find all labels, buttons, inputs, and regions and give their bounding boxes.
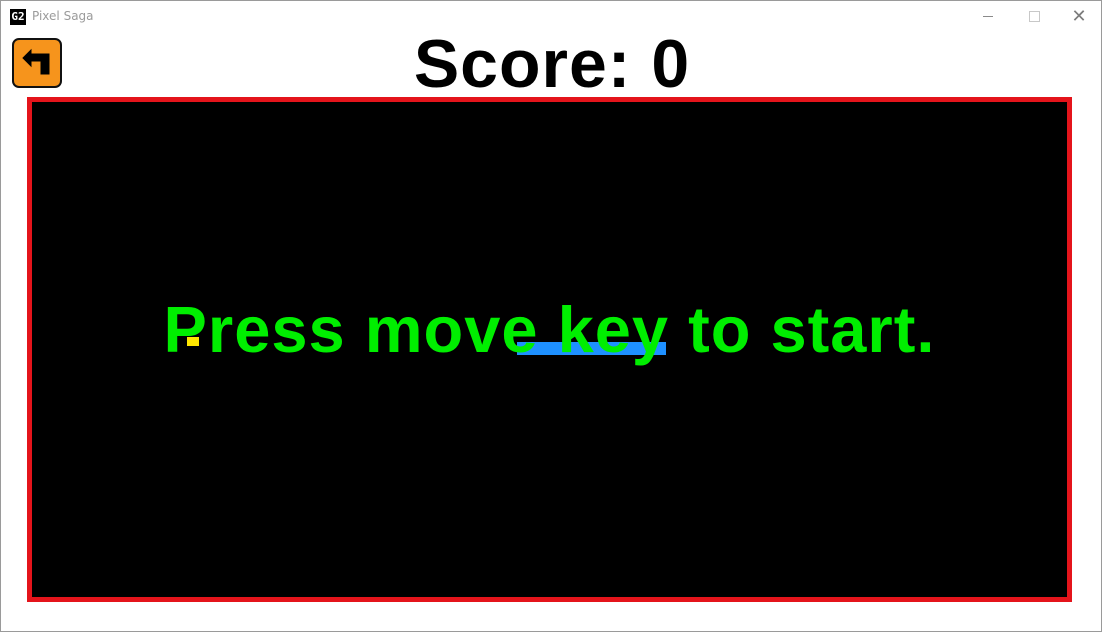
score-label: Score:	[413, 26, 632, 102]
start-prompt: Press move key to start.	[163, 293, 936, 366]
snake-body	[517, 342, 666, 355]
food-pellet	[187, 337, 199, 346]
snake-head	[517, 348, 531, 355]
app-icon: G2	[10, 9, 26, 25]
app-window: G2 Pixel Saga ✕ Score: 0 Press move key …	[0, 0, 1102, 632]
minimize-icon	[983, 15, 993, 17]
window-title: Pixel Saga	[32, 9, 94, 23]
maximize-icon	[1028, 10, 1040, 22]
close-icon: ✕	[1071, 5, 1087, 27]
score-display: Score: 0	[1, 25, 1102, 103]
score-value: 0	[651, 26, 691, 102]
game-board[interactable]: Press move key to start.	[27, 97, 1072, 602]
